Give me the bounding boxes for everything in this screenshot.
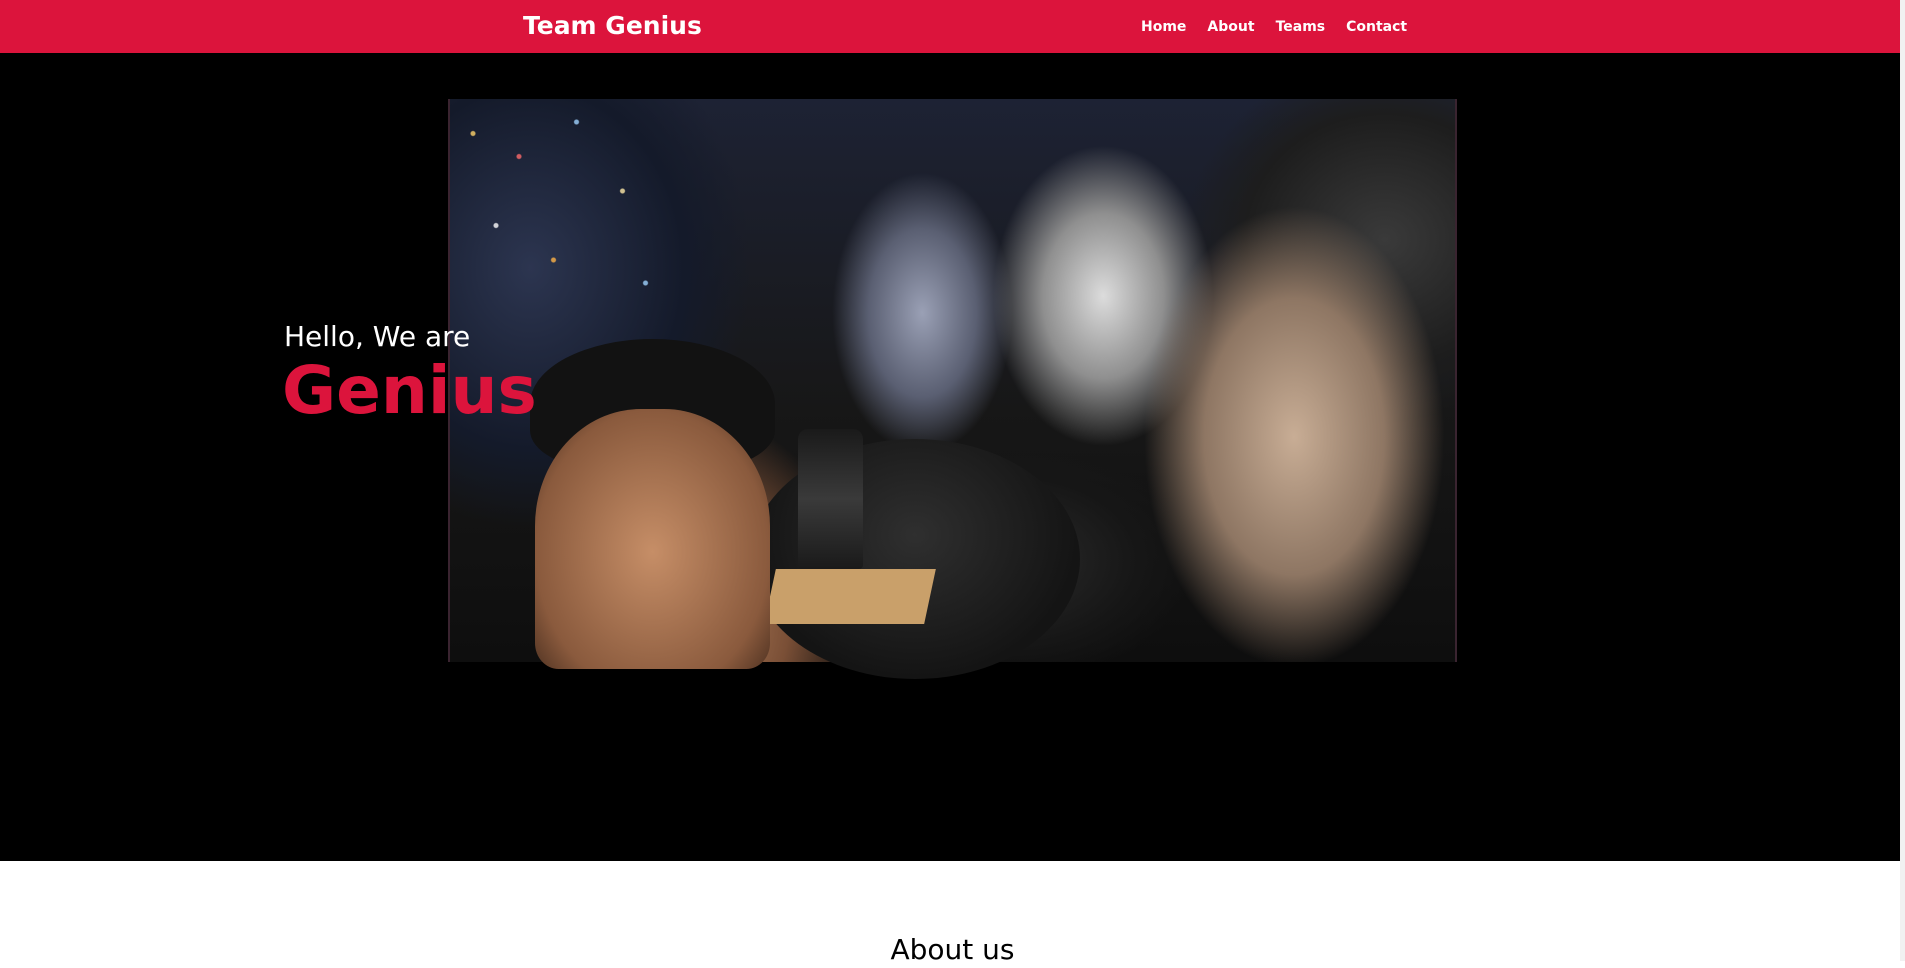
tray-shape bbox=[764, 569, 936, 624]
hero-greeting: Hello, We are bbox=[284, 320, 471, 353]
navbar: Team Genius Home About Teams Contact bbox=[0, 0, 1905, 53]
lantern-shape bbox=[798, 429, 863, 569]
page-scrollbar[interactable] bbox=[1900, 0, 1905, 961]
nav-link-about[interactable]: About bbox=[1207, 19, 1254, 35]
nav-link-teams[interactable]: Teams bbox=[1276, 19, 1326, 35]
about-title: About us bbox=[890, 933, 1015, 966]
hero-section: Hello, We are Genius bbox=[0, 53, 1905, 861]
person-face-shape bbox=[535, 409, 770, 669]
team-group-photo bbox=[448, 99, 1457, 679]
nav-links: Home About Teams Contact bbox=[1141, 0, 1428, 53]
hero-title: Genius bbox=[282, 352, 537, 429]
nav-link-contact[interactable]: Contact bbox=[1346, 19, 1407, 35]
nav-link-home[interactable]: Home bbox=[1141, 19, 1186, 35]
brand-logo[interactable]: Team Genius bbox=[523, 10, 702, 42]
city-lights-background bbox=[450, 99, 680, 329]
